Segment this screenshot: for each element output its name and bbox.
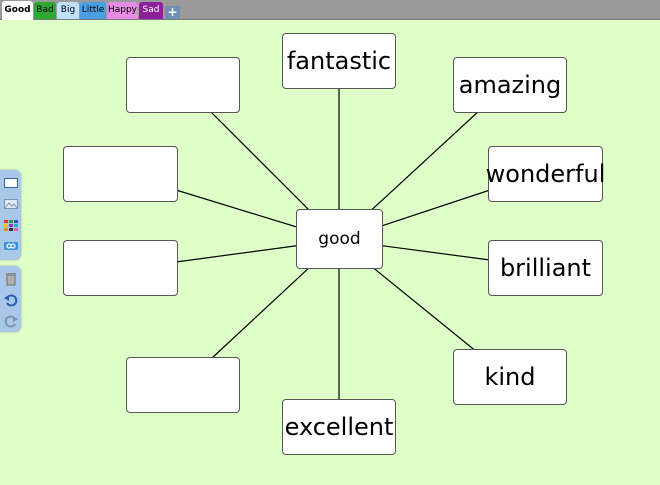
node-empty-bottom-left[interactable] [126, 357, 240, 413]
edit-toolbar [0, 266, 21, 332]
redo-icon[interactable] [3, 313, 19, 329]
center-node[interactable]: good [296, 209, 383, 269]
insert-toolbar [0, 170, 21, 260]
node-empty-top-left[interactable] [126, 57, 240, 113]
node-excellent[interactable]: excellent [282, 399, 396, 455]
colour-palette-icon[interactable] [3, 217, 19, 233]
node-wonderful[interactable]: wonderful [486, 146, 605, 202]
image-icon[interactable] [3, 196, 19, 212]
node-amazing[interactable]: amazing [453, 57, 567, 113]
node-fantastic[interactable]: fantastic [282, 33, 396, 89]
node-kind[interactable]: kind [453, 349, 567, 405]
node-brilliant[interactable]: brilliant [488, 240, 603, 296]
node-empty-left-lower[interactable] [63, 240, 178, 296]
node-empty-left-upper[interactable] [63, 146, 178, 202]
undo-icon[interactable] [3, 292, 19, 308]
link-icon[interactable] [3, 238, 19, 254]
text-box-icon[interactable] [3, 175, 19, 191]
trash-icon[interactable] [3, 271, 19, 287]
